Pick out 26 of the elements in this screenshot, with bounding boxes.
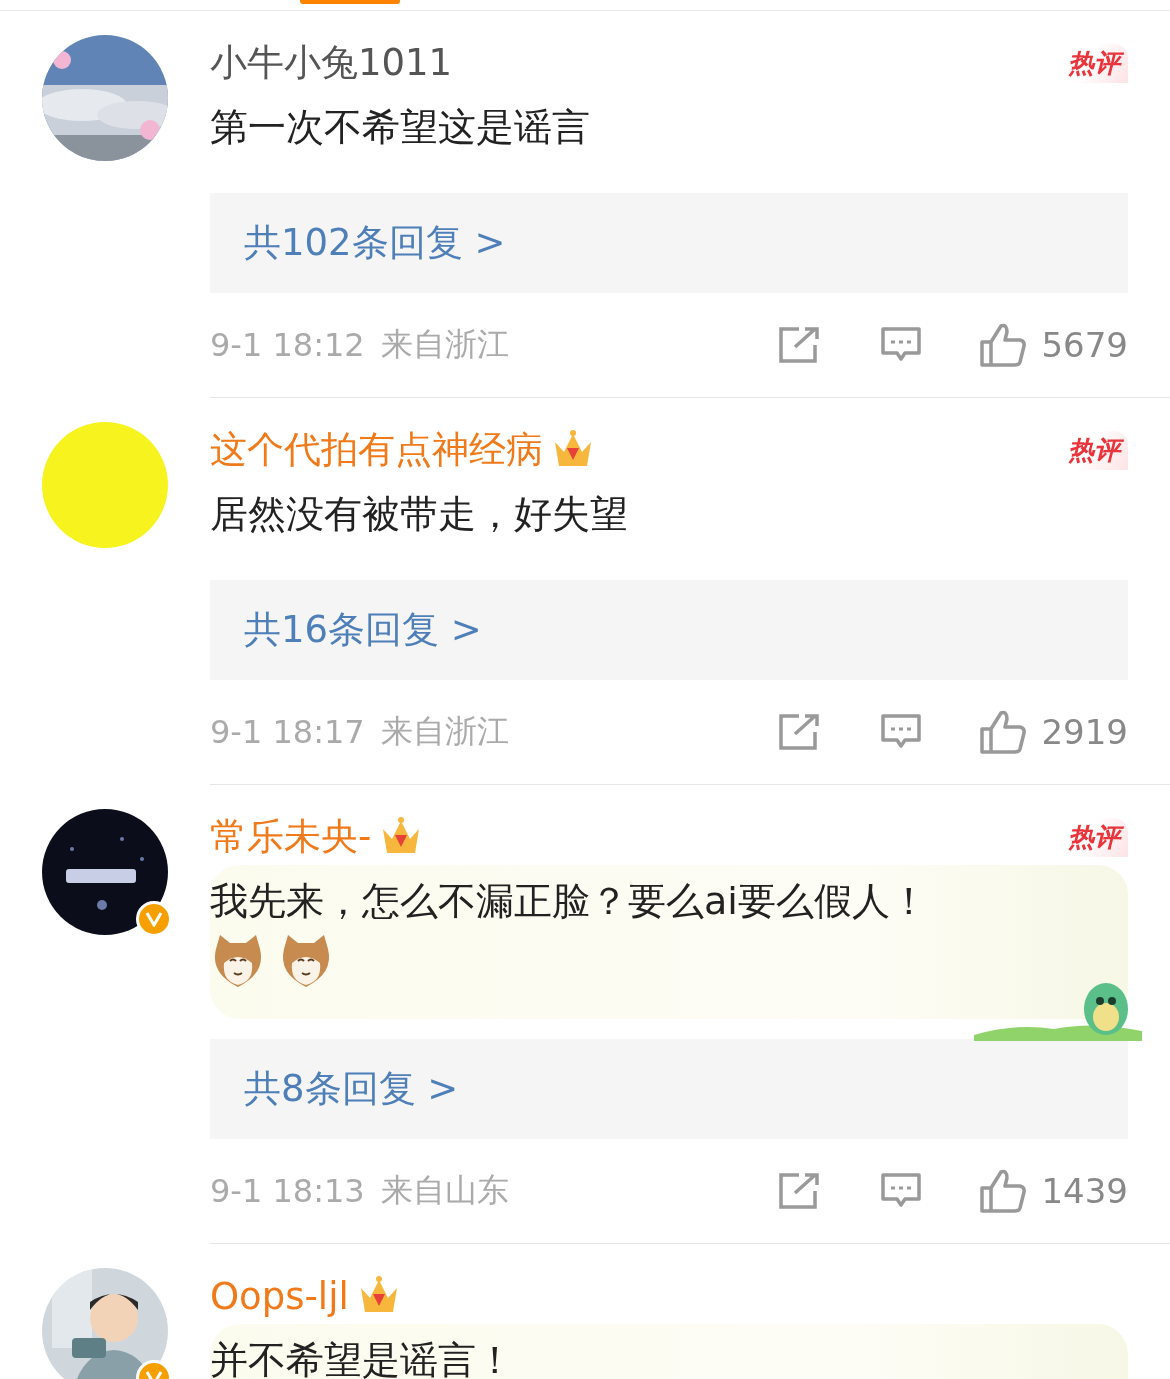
user-name[interactable]: 这个代拍有点神经病	[210, 425, 543, 475]
like-icon[interactable]	[979, 1168, 1028, 1214]
like-icon[interactable]	[979, 322, 1028, 368]
comment-location: 来自浙江	[380, 711, 509, 752]
like-icon[interactable]	[979, 709, 1028, 755]
user-name[interactable]: 小牛小兔1011	[210, 38, 453, 88]
comment-time: 9-1 18:13	[210, 1172, 365, 1210]
comment-time: 9-1 18:17	[210, 713, 365, 751]
comment-time: 9-1 18:12	[210, 326, 365, 364]
user-name[interactable]: 常乐未央-	[210, 812, 372, 862]
user-name[interactable]: Oops-ljl	[210, 1274, 349, 1318]
comment-text: 第一次不希望这是谣言	[210, 104, 591, 151]
comment-text: 居然没有被带走，好失望	[210, 491, 629, 538]
share-icon[interactable]	[777, 712, 822, 752]
like-count: 5679	[1041, 325, 1128, 365]
comment-location: 来自浙江	[380, 324, 509, 365]
comment-text: 我先来，怎么不漏正脸？要么ai要么假人！	[210, 878, 929, 925]
view-replies-button[interactable]: 共8条回复 >	[210, 1039, 1128, 1139]
view-replies-button[interactable]: 共102条回复 >	[210, 193, 1128, 293]
view-replies-button[interactable]: 共16条回复 >	[210, 580, 1128, 680]
like-count: 2919	[1041, 712, 1128, 752]
comment-text: 并不希望是谣言！	[210, 1337, 515, 1379]
like-count: 1439	[1041, 1171, 1128, 1211]
share-icon[interactable]	[777, 1171, 822, 1211]
comment-location: 来自山东	[380, 1170, 509, 1211]
share-icon[interactable]	[777, 325, 822, 365]
